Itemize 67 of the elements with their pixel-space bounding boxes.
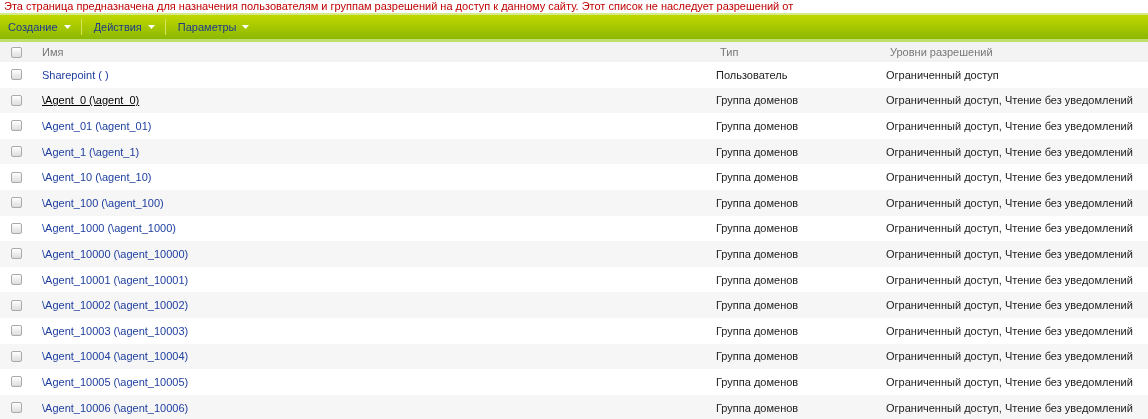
table-cell: Группа доменов bbox=[716, 222, 799, 235]
caret-icon bbox=[242, 25, 250, 29]
name-link[interactable]: \Agent_10000 (\agent_10000) bbox=[42, 247, 189, 260]
row-checkbox[interactable] bbox=[11, 274, 22, 286]
table-cell: Ограниченный доступ, Чтение без уведомлений bbox=[886, 145, 1133, 158]
table-cell: Ограниченный доступ, Чтение без уведомлений bbox=[886, 299, 1133, 312]
column-header[interactable]: Тип bbox=[720, 46, 739, 58]
table-cell: Ограниченный доступ bbox=[886, 68, 999, 81]
name-link[interactable]: \Agent_10005 (\agent_10005) bbox=[42, 375, 189, 388]
row-checkbox[interactable] bbox=[11, 350, 22, 362]
table-cell: Группа доменов bbox=[716, 299, 799, 312]
select-all-checkbox[interactable] bbox=[11, 46, 22, 58]
row-checkbox[interactable] bbox=[11, 120, 22, 132]
table-cell: Группа доменов bbox=[716, 375, 799, 388]
name-link[interactable]: \Agent_10003 (\agent_10003) bbox=[42, 324, 189, 337]
table-cell: Группа доменов bbox=[716, 401, 799, 414]
table-cell: Ограниченный доступ, Чтение без уведомлений bbox=[886, 120, 1133, 132]
table-cell: Ограниченный доступ, Чтение без уведомлений bbox=[886, 324, 1133, 337]
name-link[interactable]: \Agent_0 (\agent_0) bbox=[42, 94, 140, 107]
menu-button[interactable]: Действия bbox=[89, 21, 165, 33]
name-link[interactable]: \Agent_10002 (\agent_10002) bbox=[42, 299, 189, 312]
table-cell: Группа доменов bbox=[716, 273, 799, 286]
row-checkbox[interactable] bbox=[11, 222, 22, 234]
table-cell: Пользователь bbox=[716, 68, 788, 81]
menu-button[interactable]: Параметры bbox=[173, 21, 260, 33]
table-cell: Группа доменов bbox=[716, 94, 799, 107]
table-cell: Ограниченный доступ, Чтение без уведомлений bbox=[886, 247, 1133, 260]
notice-text: Эта страница предназначена для назначения пользователям и группам разрешений на доступ к данному сайту. Этот список не наследует разрешений от bbox=[3, 0, 795, 13]
name-link[interactable]: \Agent_1000 (\agent_1000) bbox=[42, 222, 176, 235]
menu-button[interactable]: Создание bbox=[4, 21, 81, 33]
table-cell: Группа доменов bbox=[716, 171, 799, 184]
table-cell: Ограниченный доступ, Чтение без уведомлений bbox=[886, 350, 1133, 363]
table-cell: Группа доменов bbox=[716, 324, 799, 337]
name-link[interactable]: Sharepoint ( ) bbox=[42, 68, 109, 81]
table-cell: Группа доменов bbox=[716, 196, 799, 209]
table-cell: Группа доменов bbox=[716, 350, 799, 363]
caret-icon bbox=[63, 25, 71, 29]
table-cell: Ограниченный доступ, Чтение без уведомлений bbox=[886, 375, 1133, 388]
row-checkbox[interactable] bbox=[11, 146, 22, 158]
name-link[interactable]: \Agent_100 (\agent_100) bbox=[42, 196, 164, 209]
table-cell: Ограниченный доступ, Чтение без уведомлений bbox=[886, 171, 1133, 184]
table-cell: Ограниченный доступ, Чтение без уведомлений bbox=[886, 273, 1133, 286]
name-link[interactable]: \Agent_1 (\agent_1) bbox=[42, 145, 140, 158]
row-checkbox[interactable] bbox=[11, 325, 22, 337]
name-link[interactable]: \Agent_10004 (\agent_10004) bbox=[42, 350, 189, 363]
name-link[interactable]: \Agent_10 (\agent_10) bbox=[42, 171, 152, 184]
name-link[interactable]: \Agent_10006 (\agent_10006) bbox=[42, 401, 189, 414]
row-checkbox[interactable] bbox=[11, 402, 22, 413]
name-link[interactable]: \Agent_10001 (\agent_10001) bbox=[42, 273, 189, 286]
row-checkbox[interactable] bbox=[11, 171, 22, 183]
row-checkbox[interactable] bbox=[11, 248, 22, 260]
column-header[interactable]: Имя bbox=[42, 46, 64, 58]
column-header[interactable]: Уровни разрешений bbox=[890, 46, 993, 58]
row-checkbox[interactable] bbox=[11, 94, 22, 106]
table-cell: Группа доменов bbox=[716, 247, 799, 260]
table-cell: Группа доменов bbox=[716, 120, 799, 132]
row-checkbox[interactable] bbox=[11, 299, 22, 311]
row-checkbox[interactable] bbox=[11, 376, 22, 388]
row-checkbox[interactable] bbox=[11, 69, 22, 81]
table-cell: Ограниченный доступ, Чтение без уведомлений bbox=[886, 401, 1133, 414]
table-cell: Группа доменов bbox=[716, 145, 799, 158]
table-cell: Ограниченный доступ, Чтение без уведомлений bbox=[886, 222, 1133, 235]
table-cell: Ограниченный доступ, Чтение без уведомлений bbox=[886, 196, 1133, 209]
table-cell: Ограниченный доступ, Чтение без уведомлений bbox=[886, 94, 1133, 107]
caret-icon bbox=[147, 25, 155, 29]
name-link[interactable]: \Agent_01 (\agent_01) bbox=[42, 120, 152, 132]
row-checkbox[interactable] bbox=[11, 197, 22, 209]
